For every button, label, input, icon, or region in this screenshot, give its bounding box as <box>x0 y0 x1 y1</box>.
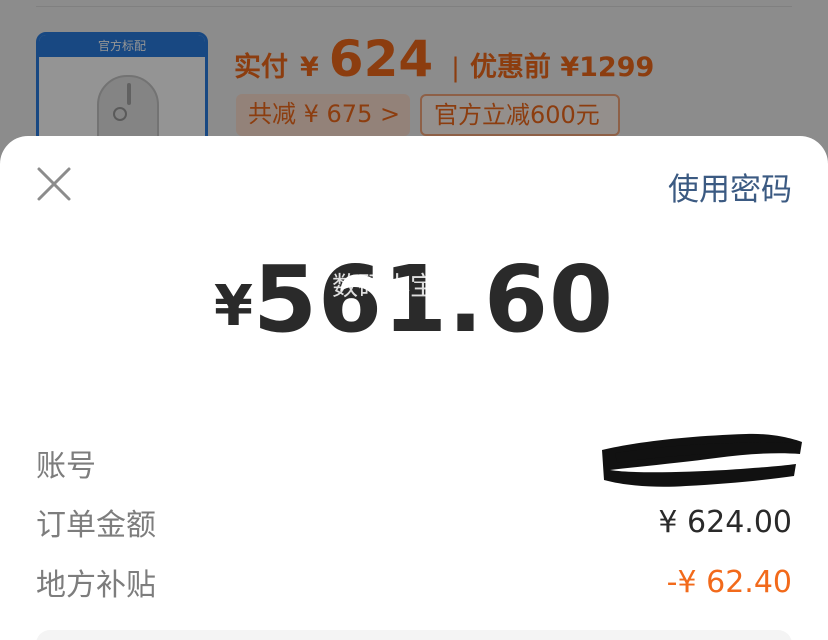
order-amount-value: ¥ 624.00 <box>658 504 792 540</box>
payment-sheet: 使用密码 ¥561.60 数码小宝- 账号 订单金额 ¥ 624.00 地方补贴… <box>0 136 828 640</box>
amount-currency: ¥ <box>214 274 253 339</box>
account-label: 账号 <box>36 449 96 484</box>
order-amount-row: 订单金额 ¥ 624.00 <box>36 500 792 544</box>
local-subsidy-value: -¥ 62.40 <box>666 564 792 600</box>
redaction-scribble <box>602 433 802 487</box>
close-icon[interactable] <box>36 166 72 202</box>
screen: 官方标配 实付 ¥ 624 | 优惠前 ¥1299 共减 ¥ 675 > 官方立… <box>0 0 828 640</box>
use-password-link[interactable]: 使用密码 <box>668 164 792 209</box>
local-subsidy-row: 地方补贴 -¥ 62.40 <box>36 560 792 604</box>
payment-amount: ¥561.60 <box>0 246 828 353</box>
order-amount-label: 订单金额 <box>36 508 156 543</box>
amount-value: 561.60 <box>252 246 614 353</box>
local-subsidy-label: 地方补贴 <box>36 568 156 603</box>
payment-method-panel[interactable] <box>36 630 792 640</box>
